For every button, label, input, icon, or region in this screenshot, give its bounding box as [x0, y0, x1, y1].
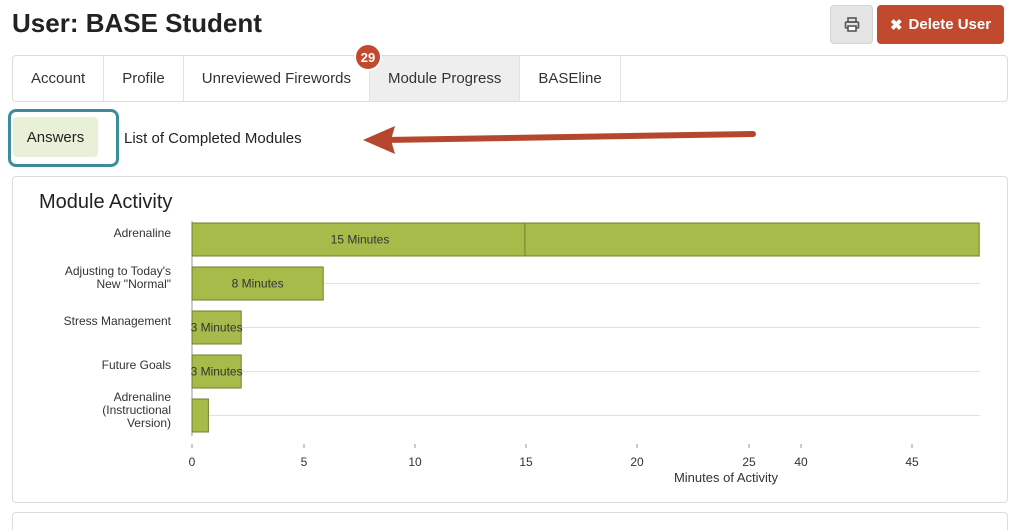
data-label: 3 Minutes: [191, 321, 243, 335]
tick-label: 45: [905, 455, 919, 469]
tick-label: 15: [519, 455, 533, 469]
tick-label: 0: [189, 455, 196, 469]
tick-label: 40: [794, 455, 808, 469]
category-label: New "Normal": [96, 277, 171, 291]
tick-label: 20: [630, 455, 644, 469]
x-axis-label: Minutes of Activity: [674, 470, 779, 485]
category-label: Adjusting to Today's: [65, 264, 171, 278]
module-activity-chart: 15 Minutes Adrenaline 8 Minutes Adjusting t…: [64, 221, 980, 485]
category-label: (Instructional: [102, 403, 171, 417]
data-label: 15 Minutes: [331, 233, 390, 247]
category-label: Stress Management: [64, 314, 172, 328]
category-label: Adrenaline: [114, 390, 172, 404]
tick-label: 10: [408, 455, 422, 469]
bar: [191, 398, 209, 433]
tick-label: 25: [742, 455, 756, 469]
category-label: Version): [127, 416, 171, 430]
tick-label: 5: [301, 455, 308, 469]
category-label: Future Goals: [102, 358, 171, 372]
bar: [191, 222, 980, 257]
category-label: Adrenaline: [114, 226, 172, 240]
data-label: 3 Minutes: [191, 365, 243, 379]
data-label: 8 Minutes: [232, 277, 284, 291]
